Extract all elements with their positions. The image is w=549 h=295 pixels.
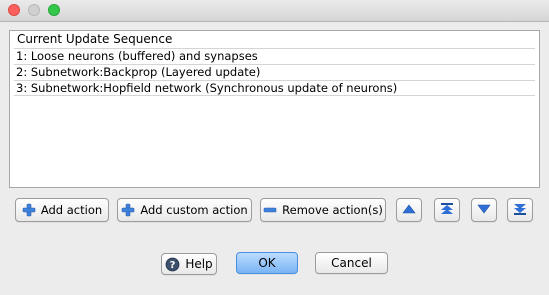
arrow-up-icon (402, 203, 416, 217)
panel-title: Current Update Sequence (17, 32, 173, 46)
update-sequence-panel: Current Update Sequence 1: Loose neurons… (9, 30, 540, 188)
list-item[interactable]: 1: Loose neurons (buffered) and synapses (14, 48, 535, 64)
title-bar (0, 0, 549, 22)
arrow-top-icon (440, 202, 454, 218)
plus-icon (121, 203, 135, 217)
ok-label: OK (258, 256, 276, 270)
move-down-button[interactable] (471, 198, 497, 222)
help-label: Help (185, 257, 213, 271)
help-icon: ? (165, 257, 180, 272)
move-up-button[interactable] (396, 198, 422, 222)
arrow-down-icon (477, 203, 491, 217)
list-item[interactable]: 3: Subnetwork:Hopfield network (Synchron… (14, 80, 535, 96)
update-sequence-list[interactable]: 1: Loose neurons (buffered) and synapses… (14, 48, 535, 96)
svg-text:?: ? (170, 260, 176, 271)
add-custom-action-button[interactable]: Add custom action (117, 198, 252, 222)
add-action-label: Add action (40, 203, 103, 217)
move-to-top-button[interactable] (434, 198, 460, 222)
list-item[interactable]: 2: Subnetwork:Backprop (Layered update) (14, 64, 535, 80)
maximize-window-button[interactable] (48, 4, 60, 16)
plus-icon (22, 203, 36, 217)
minimize-window-button[interactable] (28, 4, 40, 16)
remove-action-button[interactable]: Remove action(s) (260, 198, 386, 222)
ok-button[interactable]: OK (236, 252, 298, 274)
minus-icon (263, 203, 277, 217)
cancel-label: Cancel (331, 256, 372, 270)
add-action-button[interactable]: Add action (15, 198, 109, 222)
help-button[interactable]: ? Help (161, 253, 217, 275)
remove-action-label: Remove action(s) (282, 203, 383, 217)
move-to-bottom-button[interactable] (507, 198, 533, 222)
add-custom-action-label: Add custom action (140, 203, 248, 217)
arrow-bottom-icon (513, 203, 527, 218)
cancel-button[interactable]: Cancel (315, 252, 388, 274)
close-window-button[interactable] (8, 4, 20, 16)
